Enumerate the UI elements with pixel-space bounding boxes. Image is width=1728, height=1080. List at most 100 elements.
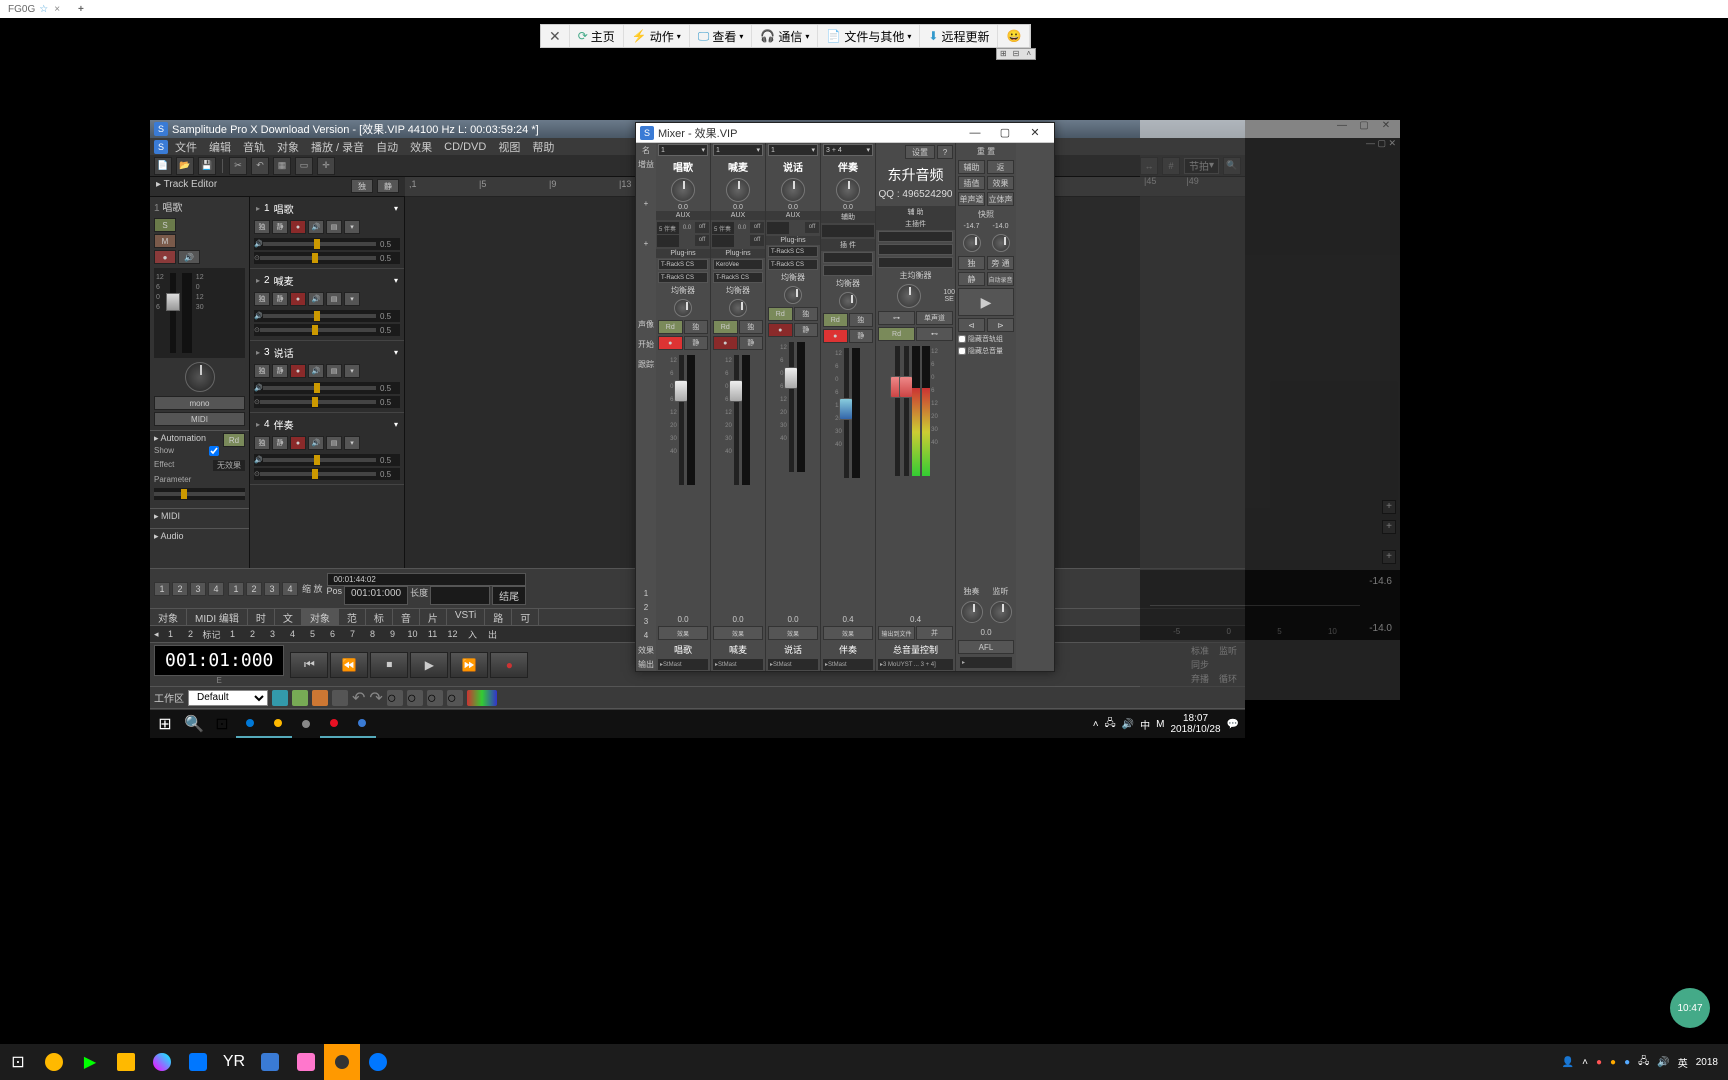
- channel-fader[interactable]: 1260612203040: [766, 338, 820, 614]
- width-knob[interactable]: [897, 284, 921, 308]
- aux-send-select[interactable]: [822, 225, 874, 237]
- crosshair-icon[interactable]: ✛: [317, 157, 335, 175]
- output-select[interactable]: ▸StMast: [658, 659, 708, 670]
- volume-slider[interactable]: 🔊0.5: [254, 454, 400, 466]
- tab-visual[interactable]: 可: [512, 609, 539, 625]
- plugin-slot[interactable]: [823, 252, 873, 263]
- tab-object2[interactable]: 对象: [302, 609, 339, 625]
- mono-button[interactable]: mono: [154, 396, 245, 410]
- fx-button[interactable]: ▤: [326, 292, 342, 306]
- tab-add-icon[interactable]: +: [78, 4, 84, 15]
- add-button[interactable]: +: [1382, 520, 1396, 534]
- plugin-slot[interactable]: T-RackS CS: [658, 272, 708, 283]
- app-icon[interactable]: [252, 1044, 288, 1080]
- solo-button[interactable]: 独: [739, 320, 764, 334]
- app-icon[interactable]: [288, 1044, 324, 1080]
- tool-icon[interactable]: ▦: [273, 157, 291, 175]
- app-icon[interactable]: [180, 1044, 216, 1080]
- menu-file[interactable]: 文件: [170, 139, 202, 155]
- menu-help[interactable]: 帮助: [527, 139, 559, 155]
- fx-button[interactable]: ▤: [326, 220, 342, 234]
- tab-vsti[interactable]: VSTi: [447, 609, 485, 625]
- plugin-slot[interactable]: [878, 231, 953, 242]
- volume-icon[interactable]: 🔊: [1657, 1057, 1669, 1068]
- new-icon[interactable]: 📄: [154, 157, 172, 175]
- mute-button[interactable]: 静: [958, 272, 985, 286]
- read-button[interactable]: Rd: [658, 320, 683, 334]
- tab-range[interactable]: 范: [339, 609, 366, 625]
- solo-button[interactable]: 独: [254, 220, 270, 234]
- track-title[interactable]: ▸4伴奏▾: [250, 415, 404, 434]
- tray-icon[interactable]: ●: [1596, 1057, 1602, 1068]
- app-icon[interactable]: YR: [216, 1044, 252, 1080]
- menu-playback[interactable]: 播放 / 录音: [306, 139, 369, 155]
- stop-button[interactable]: ⏹: [370, 652, 408, 678]
- remote-update-button[interactable]: ⬇远程更新: [920, 25, 998, 47]
- undo-icon[interactable]: ↶: [251, 157, 269, 175]
- mute-button[interactable]: 静: [272, 436, 288, 450]
- cut-icon[interactable]: ✂: [229, 157, 247, 175]
- plugin-slot[interactable]: KeroVee: [713, 259, 763, 270]
- menu-track[interactable]: 音轨: [238, 139, 270, 155]
- solo-button[interactable]: 独: [684, 320, 709, 334]
- nav-button[interactable]: ⊲: [958, 318, 985, 332]
- notification-icon[interactable]: 💬: [1227, 719, 1239, 730]
- effect-button[interactable]: 效果: [713, 626, 763, 640]
- settings-button[interactable]: 设置: [905, 145, 935, 159]
- mono-button[interactable]: 单声道: [916, 311, 953, 325]
- automation-show-checkbox[interactable]: [209, 446, 219, 456]
- input-select[interactable]: 1▾: [658, 144, 708, 156]
- mono-button[interactable]: 单声道: [958, 192, 985, 206]
- bypass-button[interactable]: 旁 通: [987, 256, 1014, 270]
- remote-toolbar-handle[interactable]: ⊞⊟˄: [996, 48, 1036, 60]
- tab-marker[interactable]: 标: [366, 609, 393, 625]
- tab-audio[interactable]: 音: [393, 609, 420, 625]
- pan-knob[interactable]: [729, 299, 747, 317]
- monitor-button[interactable]: 🔊: [178, 250, 200, 264]
- play-button[interactable]: ▶: [410, 652, 448, 678]
- monitor-button[interactable]: 🔊: [308, 292, 324, 306]
- add-button[interactable]: +: [1382, 550, 1396, 564]
- mute-button[interactable]: M: [154, 234, 176, 248]
- record-arm-button[interactable]: ●: [290, 292, 306, 306]
- workspace-select[interactable]: Default: [188, 690, 268, 706]
- record-arm-button[interactable]: ●: [823, 329, 848, 343]
- remote-close-button[interactable]: ✕: [541, 25, 570, 47]
- track-title[interactable]: ▸1唱歌▾: [250, 199, 404, 218]
- monitor-knob[interactable]: [990, 601, 1012, 623]
- auto-rec-button[interactable]: 自动录音: [987, 272, 1014, 286]
- aux-toggle[interactable]: off: [750, 222, 764, 233]
- record-arm-button[interactable]: ●: [290, 364, 306, 378]
- tab-close-icon[interactable]: ×: [54, 4, 60, 15]
- pan-slider[interactable]: ⊙0.5: [254, 468, 400, 480]
- mute-button[interactable]: 静: [377, 179, 399, 193]
- output-select[interactable]: ▸StMast: [713, 659, 763, 670]
- effect-button[interactable]: 效果: [823, 626, 873, 640]
- monitor-button[interactable]: 🔊: [308, 436, 324, 450]
- clock[interactable]: 18:07 2018/10/28: [1170, 713, 1220, 735]
- record-button[interactable]: ●: [490, 652, 528, 678]
- hide-bus-checkbox[interactable]: [958, 335, 966, 343]
- solo-button[interactable]: 独: [849, 313, 874, 327]
- tab-midi-edit[interactable]: MIDI 编辑: [187, 609, 248, 625]
- tool-icon[interactable]: [312, 690, 328, 706]
- play-button[interactable]: ▶: [958, 288, 1014, 316]
- afl-button[interactable]: AFL: [958, 640, 1014, 654]
- open-icon[interactable]: 📂: [176, 157, 194, 175]
- tool-icon[interactable]: [292, 690, 308, 706]
- read-button[interactable]: Rd: [768, 307, 793, 321]
- tab-star-icon[interactable]: ☆: [39, 4, 48, 15]
- solo-knob[interactable]: [961, 601, 983, 623]
- remote-action-button[interactable]: ⚡动作▾: [624, 25, 690, 47]
- solo-button[interactable]: S: [154, 218, 176, 232]
- tab-text[interactable]: 文: [275, 609, 302, 625]
- remote-comm-button[interactable]: 🎧通信▾: [752, 25, 818, 47]
- browser-tab[interactable]: FG0G: [4, 4, 39, 15]
- volume-icon[interactable]: 🔊: [1122, 719, 1134, 730]
- channel-fader[interactable]: 1260612203040: [711, 351, 765, 614]
- gain-knob[interactable]: [781, 178, 805, 202]
- input-select[interactable]: 3 + 4▾: [823, 144, 873, 156]
- tray-chevron-icon[interactable]: ˄: [1582, 1057, 1588, 1068]
- record-arm-button[interactable]: ●: [290, 436, 306, 450]
- taskview-icon[interactable]: ⊡: [208, 710, 236, 738]
